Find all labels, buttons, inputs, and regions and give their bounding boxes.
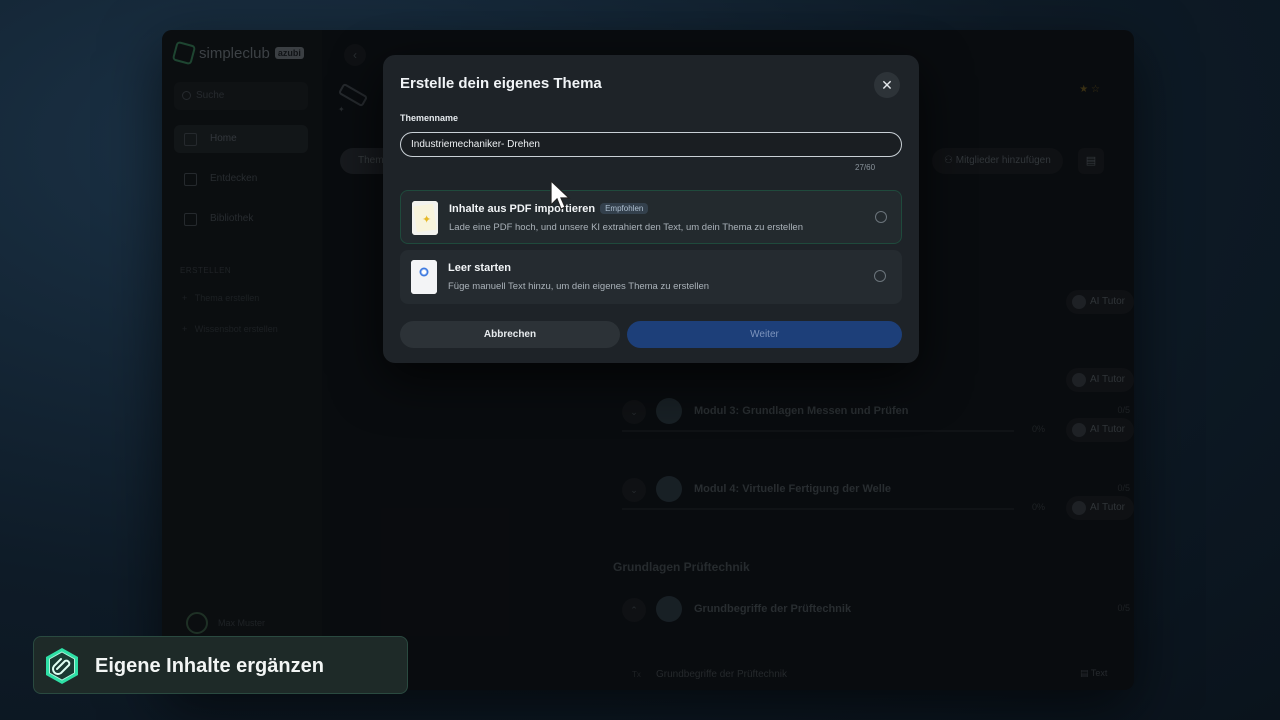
option-title: Leer starten xyxy=(448,262,511,274)
feature-caption: Eigene Inhalte ergänzen xyxy=(33,636,408,694)
close-button[interactable]: ✕ xyxy=(874,72,900,98)
option-title-text: Inhalte aus PDF importieren xyxy=(449,203,596,215)
option-description: Füge manuell Text hinzu, um dein eigenes… xyxy=(448,281,710,292)
close-icon: ✕ xyxy=(881,77,893,93)
character-counter: 27/60 xyxy=(855,163,876,172)
option-radio[interactable] xyxy=(874,270,886,282)
option-start-blank[interactable]: Leer starten Füge manuell Text hinzu, um… xyxy=(400,250,902,304)
option-radio[interactable] xyxy=(875,211,887,223)
option-description: Lade eine PDF hoch, und unsere KI extrah… xyxy=(449,222,803,233)
pdf-document-icon: ✦ xyxy=(412,201,438,235)
recommended-badge: Empfohlen xyxy=(600,203,649,214)
next-button[interactable]: Weiter xyxy=(627,321,902,348)
create-topic-dialog: Erstelle dein eigenes Thema ✕ Themenname… xyxy=(383,55,919,363)
attachment-hexagon-icon xyxy=(46,648,78,684)
cancel-button[interactable]: Abbrechen xyxy=(400,321,620,348)
mouse-cursor-icon xyxy=(550,180,571,210)
blank-document-icon xyxy=(411,260,437,294)
option-title: Inhalte aus PDF importieren Empfohlen xyxy=(449,203,649,215)
option-import-pdf[interactable]: ✦ Inhalte aus PDF importieren Empfohlen L… xyxy=(400,190,902,244)
dialog-title: Erstelle dein eigenes Thema xyxy=(400,75,602,92)
topic-name-input[interactable] xyxy=(400,132,902,157)
caption-text: Eigene Inhalte ergänzen xyxy=(95,655,324,677)
svg-text:✦: ✦ xyxy=(422,214,431,226)
topic-name-label: Themenname xyxy=(400,113,459,123)
